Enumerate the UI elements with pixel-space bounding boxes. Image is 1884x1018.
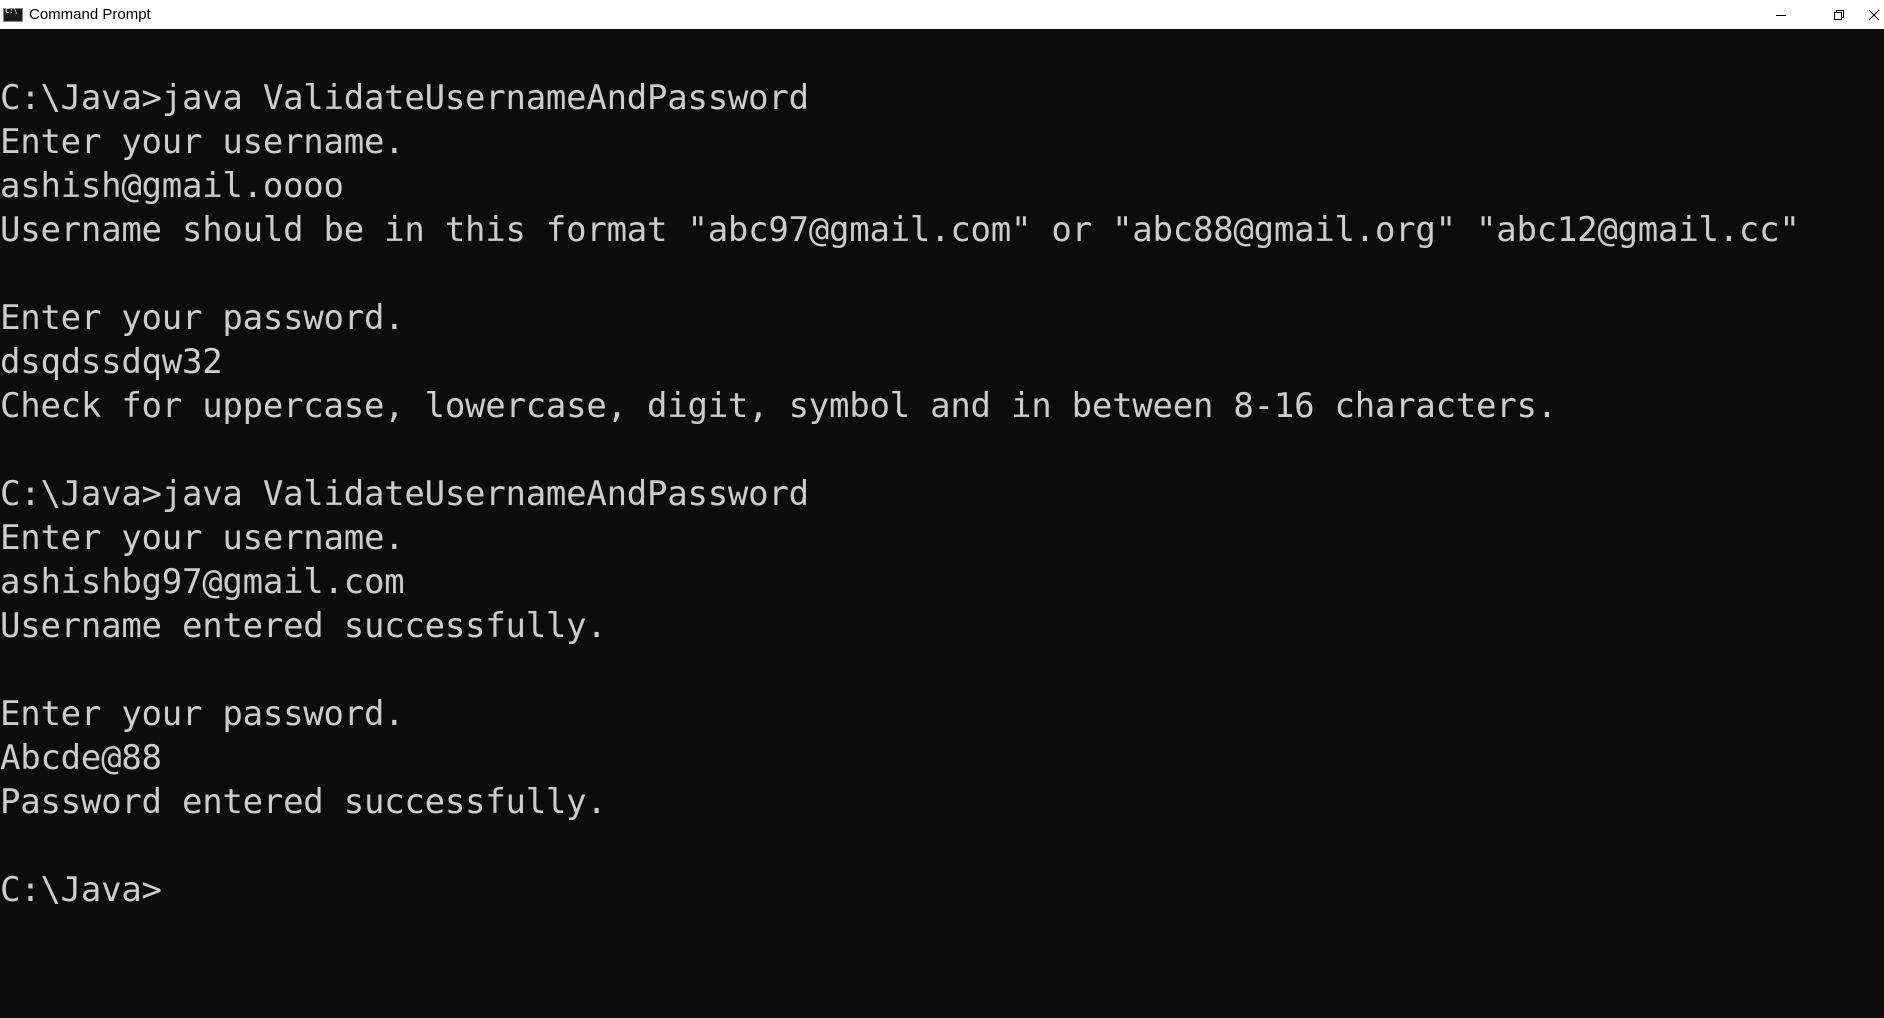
console-output[interactable]: C:\Java>java ValidateUsernameAndPassword… <box>0 29 1884 1018</box>
restore-icon <box>1834 9 1844 20</box>
console-line: Check for uppercase, lowercase, digit, s… <box>0 386 1557 426</box>
window-title: Command Prompt <box>29 6 151 23</box>
console-line: ashishbg97@gmail.com <box>0 562 405 602</box>
console-line: Enter your username. <box>0 518 405 558</box>
minimize-button[interactable] <box>1752 0 1810 29</box>
close-icon <box>1868 9 1880 20</box>
cmd-icon <box>3 7 23 22</box>
console-prompt: C:\Java> <box>0 870 162 910</box>
console-line: C:\Java>java ValidateUsernameAndPassword <box>0 78 809 118</box>
close-button[interactable] <box>1868 0 1884 29</box>
console-line: Username should be in this format "abc97… <box>0 210 1800 250</box>
command-prompt-window: Command Prompt C:\Java>java <box>0 0 1884 1018</box>
console-line: Password entered successfully. <box>0 782 607 822</box>
console-line: Enter your password. <box>0 298 405 338</box>
title-bar[interactable]: Command Prompt <box>0 0 1884 29</box>
console-line: Username entered successfully. <box>0 606 607 646</box>
console-line: dsqdssdqw32 <box>0 342 223 382</box>
console-line: Abcde@88 <box>0 738 162 778</box>
console-line: Enter your username. <box>0 122 405 162</box>
console-line: Enter your password. <box>0 694 405 734</box>
console-line: C:\Java>java ValidateUsernameAndPassword <box>0 474 809 514</box>
minimize-icon <box>1776 14 1786 16</box>
restore-button[interactable] <box>1810 0 1868 29</box>
console-line: ashish@gmail.oooo <box>0 166 344 206</box>
window-controls <box>1752 0 1884 29</box>
